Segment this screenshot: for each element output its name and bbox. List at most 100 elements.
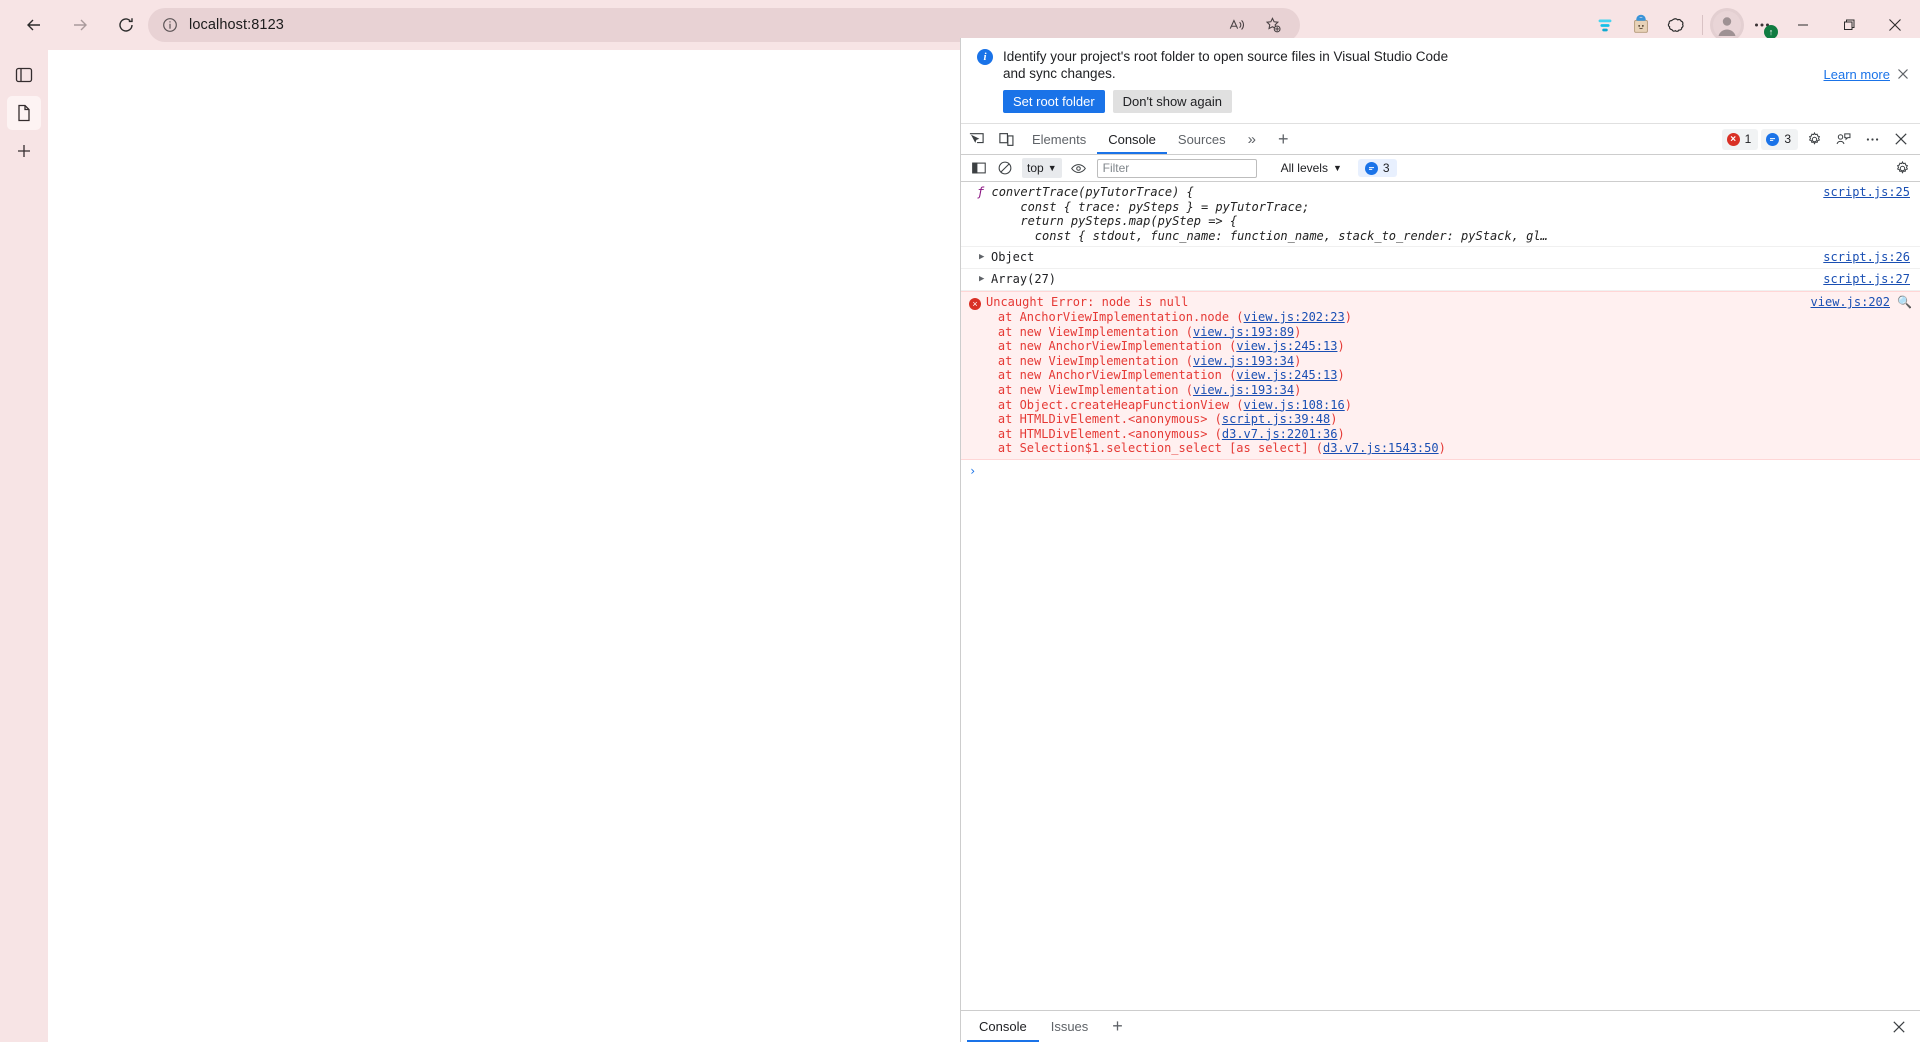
update-badge: ↑ (1764, 25, 1778, 39)
tab-elements-label: Elements (1032, 131, 1087, 147)
tab-sources[interactable]: Sources (1167, 124, 1237, 154)
learn-more-link[interactable]: Learn more (1824, 67, 1890, 82)
array-label: Array(27) (991, 272, 1057, 286)
disclosure-triangle-icon[interactable]: ▶ (979, 272, 991, 287)
message-count-badge[interactable]: 3 (1761, 128, 1798, 150)
stack-frame-text: at new AnchorViewImplementation ( (969, 339, 1237, 354)
device-toolbar-icon[interactable] (991, 124, 1021, 154)
live-expression-icon[interactable] (1067, 157, 1091, 179)
add-favorite-icon[interactable] (1258, 11, 1288, 39)
console-settings-gear-icon[interactable] (1890, 157, 1914, 179)
stack-frame-link[interactable]: view.js:193:34 (1193, 383, 1294, 397)
chevron-down-icon: ▼ (1332, 163, 1342, 173)
console-messages: ƒ convertTrace(pyTutorTrace) { const { t… (961, 182, 1920, 1010)
tab-console[interactable]: Console (1097, 124, 1167, 154)
stack-frame-suffix: ) (1438, 441, 1446, 456)
stack-frame-link[interactable]: view.js:193:89 (1193, 325, 1294, 339)
stack-frame-link[interactable]: d3.v7.js:2201:36 (1222, 427, 1338, 441)
info-icon: i (977, 49, 993, 65)
log-source-link[interactable]: script.js:27 (1823, 272, 1910, 286)
settings-and-more-button[interactable]: ↑ (1744, 8, 1780, 42)
error-count-label: 1 (1744, 132, 1752, 146)
error-title: Uncaught Error: node is null (986, 295, 1189, 309)
dont-show-again-button[interactable]: Don't show again (1112, 90, 1232, 113)
error-source-link[interactable]: view.js:202 (1811, 295, 1890, 310)
sidebar-item-page[interactable] (7, 96, 41, 130)
error-count-badge[interactable]: × 1 (1721, 128, 1759, 150)
fn-line-0: convertTrace(pyTutorTrace) { (991, 185, 1194, 199)
site-info-icon[interactable] (160, 15, 180, 35)
add-tab-button[interactable]: + (1267, 124, 1300, 154)
drawer-tab-issues-label: Issues (1050, 1019, 1089, 1034)
stack-frame-link[interactable]: view.js:202:23 (1244, 310, 1345, 324)
search-icon[interactable]: 🔍 (1897, 295, 1912, 310)
console-sidebar-toggle-icon[interactable] (967, 157, 991, 179)
stack-frame-link[interactable]: view.js:245:13 (1236, 339, 1337, 353)
toolbar-divider (1702, 15, 1703, 35)
log-source-link[interactable]: script.js:25 (1823, 185, 1910, 199)
fn-line-1: const { trace: pySteps } = pyTutorTrace; (977, 199, 1310, 214)
sidebar-item-copilot[interactable] (7, 58, 41, 92)
tab-elements[interactable]: Elements (1021, 124, 1097, 154)
execution-context-select[interactable]: top ▼ (1022, 158, 1062, 178)
stack-frame-link[interactable]: d3.v7.js:1543:50 (1323, 441, 1439, 455)
console-prompt[interactable]: › (961, 460, 1920, 484)
stack-frame-link[interactable]: view.js:193:34 (1193, 354, 1294, 368)
close-drawer-icon[interactable] (1886, 1014, 1912, 1040)
log-levels-select[interactable]: All levels ▼ (1281, 161, 1342, 175)
read-aloud-icon[interactable] (1222, 11, 1252, 39)
sidebar-item-add[interactable] (7, 134, 41, 168)
more-tabs-button[interactable]: » (1237, 124, 1267, 154)
console-log-function[interactable]: ƒ convertTrace(pyTutorTrace) { const { t… (961, 182, 1920, 247)
tab-sources-label: Sources (1177, 131, 1226, 147)
stack-frame-link[interactable]: script.js:39:48 (1222, 412, 1330, 426)
stack-frame-link[interactable]: view.js:245:13 (1236, 368, 1337, 382)
feedback-icon[interactable] (1830, 126, 1856, 152)
more-options-icon[interactable] (1859, 126, 1885, 152)
function-source-text: ƒ convertTrace(pyTutorTrace) { const { t… (969, 185, 1548, 243)
stack-frame-suffix: ) (1337, 368, 1345, 383)
stack-frame-text: at Object.createHeapFunctionView ( (969, 397, 1244, 412)
stack-frame-text: at HTMLDivElement.<anonymous> ( (969, 426, 1222, 441)
split-screen-icon[interactable] (1587, 8, 1623, 42)
drawer-tab-console[interactable]: Console (967, 1011, 1039, 1042)
copilot-icon[interactable] (1659, 8, 1695, 42)
devtools-infobar: i Identify your project's root folder to… (961, 38, 1920, 124)
close-devtools-icon[interactable] (1888, 126, 1914, 152)
address-bar[interactable]: localhost:8123 (148, 8, 1300, 42)
set-root-folder-button[interactable]: Set root folder (1003, 90, 1105, 113)
stack-frame-text: at new ViewImplementation ( (969, 382, 1193, 397)
error-circle-icon: × (969, 298, 981, 310)
stack-frame-suffix: ) (1294, 353, 1302, 368)
stack-frame-suffix: ) (1294, 324, 1302, 339)
back-button[interactable] (14, 9, 54, 41)
avatar[interactable] (1710, 8, 1744, 42)
console-error-message[interactable]: × Uncaught Error: node is null view.js:202… (961, 291, 1920, 460)
console-message-count[interactable]: 3 (1357, 159, 1397, 177)
error-icon: × (1726, 132, 1740, 146)
gear-icon[interactable] (1801, 126, 1827, 152)
forward-button[interactable] (60, 9, 100, 41)
drawer-add-tab-button[interactable]: + (1100, 1011, 1135, 1042)
disclosure-triangle-icon[interactable]: ▶ (979, 250, 991, 265)
stack-frame-link[interactable]: view.js:108:16 (1244, 398, 1345, 412)
shopping-bag-icon[interactable] (1623, 8, 1659, 42)
object-label: Object (991, 250, 1035, 264)
stack-frame-suffix: ) (1344, 397, 1352, 412)
clear-console-icon[interactable] (993, 157, 1017, 179)
console-log-array[interactable]: ▶ Array(27) script.js:27 (961, 269, 1920, 291)
drawer-tab-issues[interactable]: Issues (1039, 1011, 1101, 1042)
function-keyword-glyph: ƒ (977, 185, 985, 199)
log-source-link[interactable]: script.js:26 (1823, 250, 1910, 264)
close-icon[interactable] (1894, 65, 1912, 83)
stack-frame-suffix: ) (1330, 412, 1338, 427)
filter-input[interactable] (1096, 158, 1257, 178)
console-toolbar: top ▼ All levels ▼ 3 (961, 155, 1920, 182)
stack-frame-suffix: ) (1294, 382, 1302, 397)
message-count-label: 3 (1784, 132, 1791, 146)
inspect-element-icon[interactable] (961, 124, 991, 154)
console-message-count-label: 3 (1382, 161, 1390, 175)
console-input[interactable] (982, 463, 1920, 480)
console-log-object[interactable]: ▶ Object script.js:26 (961, 247, 1920, 269)
refresh-button[interactable] (106, 9, 146, 41)
